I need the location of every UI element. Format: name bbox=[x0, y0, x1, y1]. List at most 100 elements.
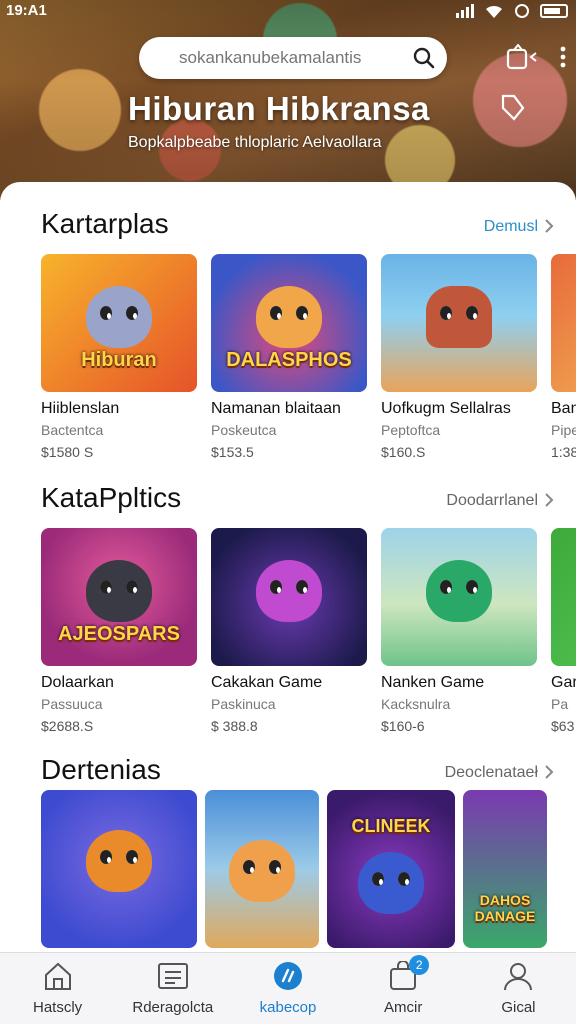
share-icon[interactable] bbox=[506, 44, 538, 70]
app-name: Gar bbox=[551, 674, 576, 691]
app-category: Kacksnulra bbox=[381, 696, 451, 712]
app-price: $2688.S bbox=[41, 718, 94, 734]
list-icon bbox=[157, 963, 188, 989]
app-price: $1580 S bbox=[41, 444, 94, 460]
nav-label: Rderagolcta bbox=[132, 999, 214, 1016]
character-image bbox=[256, 560, 322, 622]
wifi-icon bbox=[486, 5, 502, 19]
nav-item-apps[interactable]: kabecop bbox=[230, 953, 345, 1024]
app-price: $63 bbox=[551, 718, 575, 734]
chevron-right-icon[interactable] bbox=[542, 218, 556, 234]
app-name: Nanken Game bbox=[381, 674, 485, 691]
user-icon bbox=[504, 963, 533, 991]
nav-item-list[interactable]: Rderagolcta bbox=[115, 953, 230, 1024]
character-image bbox=[358, 852, 424, 914]
search-input[interactable] bbox=[179, 48, 399, 68]
section-featured: Kartarplas Demusl Hiburan Hiiblenslan Ba… bbox=[0, 196, 576, 466]
app-thumbnail[interactable] bbox=[551, 254, 576, 392]
app-category: Bactentca bbox=[41, 422, 104, 438]
character-image bbox=[229, 840, 295, 902]
app-price: 1:38 bbox=[551, 444, 576, 460]
app-name: Uofkugm Sellalras bbox=[381, 400, 511, 417]
app-name: Namanan blaitaan bbox=[211, 400, 341, 417]
section-title: Dertenias bbox=[41, 754, 161, 785]
nav-label: Hatscly bbox=[33, 999, 83, 1016]
app-name: Dolaarkan bbox=[41, 674, 114, 691]
app-price: $160-6 bbox=[381, 718, 425, 734]
content-sheet: Kartarplas Demusl Hiburan Hiiblenslan Ba… bbox=[0, 182, 576, 952]
app-card[interactable]: DAHOS DANAGE bbox=[463, 790, 547, 950]
nav-item-profile[interactable]: Gical bbox=[461, 953, 576, 1024]
app-thumbnail[interactable]: DAHOS DANAGE bbox=[463, 790, 547, 948]
character-image bbox=[256, 286, 322, 348]
chevron-right-icon[interactable] bbox=[542, 492, 556, 508]
app-thumbnail[interactable]: AJEOSPARS bbox=[41, 528, 197, 666]
search-icon[interactable] bbox=[413, 47, 435, 69]
app-price: $160.S bbox=[381, 444, 426, 460]
app-thumbnail[interactable] bbox=[551, 528, 576, 666]
section-title: Kartarplas bbox=[41, 208, 169, 239]
status-time: 19:A1 bbox=[6, 2, 47, 19]
notification-badge: 2 bbox=[409, 955, 430, 975]
apps-icon bbox=[274, 962, 302, 990]
app-card[interactable]: Nanken Game Kacksnulra $160-6 bbox=[381, 528, 541, 738]
see-all-link[interactable]: Deoclenataeł bbox=[445, 764, 538, 782]
nav-item-bag[interactable]: 2 Amcir bbox=[346, 953, 461, 1024]
thumbnail-text: AJEOSPARS bbox=[58, 623, 180, 645]
app-thumbnail[interactable] bbox=[381, 254, 537, 392]
nav-item-home[interactable]: Hatscly bbox=[0, 953, 115, 1024]
section-header: KataPpltics Doodarrlanel bbox=[0, 470, 576, 520]
card-row: Hiburan Hiiblenslan Bactentca $1580 S DA… bbox=[41, 254, 576, 464]
app-card[interactable]: Uofkugm Sellalras Peptoftca $160.S bbox=[381, 254, 541, 464]
app-thumbnail[interactable] bbox=[381, 528, 537, 666]
app-thumbnail[interactable] bbox=[211, 528, 367, 666]
app-category: Pa bbox=[551, 696, 569, 712]
status-bar: 19:A1 bbox=[0, 0, 576, 24]
nav-label: kabecop bbox=[259, 999, 317, 1016]
app-card[interactable]: AJEOSPARS Dolaarkan Passuuca $2688.S bbox=[41, 528, 201, 738]
more-options-icon[interactable] bbox=[560, 46, 566, 68]
app-name: Hiiblenslan bbox=[41, 400, 120, 417]
thumbnail-text: Hiburan bbox=[81, 349, 157, 371]
app-thumbnail[interactable] bbox=[41, 790, 197, 948]
app-thumbnail[interactable]: DALASPHOS bbox=[211, 254, 367, 392]
bottom-navigation: Hatscly Rderagolcta kabecop 2 Amcir Gica… bbox=[0, 952, 576, 1024]
top-actions bbox=[506, 44, 566, 70]
app-card[interactable]: Ban Pipe 1:38 bbox=[551, 254, 576, 464]
nav-label: Amcir bbox=[384, 999, 423, 1016]
section-popular: KataPpltics Doodarrlanel AJEOSPARS Dolaa… bbox=[0, 470, 576, 740]
nav-label: Gical bbox=[501, 999, 536, 1016]
chevron-right-icon[interactable] bbox=[542, 764, 556, 780]
app-category: Pipe bbox=[551, 422, 576, 438]
app-price: $153.5 bbox=[211, 444, 254, 460]
status-icons bbox=[456, 3, 568, 19]
section-recommended: Dertenias Deoclenataeł CLINEEK DAHOS DAN… bbox=[0, 742, 576, 952]
thumbnail-text: CLINEEK bbox=[351, 816, 431, 836]
character-image bbox=[86, 286, 152, 348]
app-category: Peptoftca bbox=[381, 422, 441, 438]
app-card[interactable]: Gar Pa $63 bbox=[551, 528, 576, 738]
character-image bbox=[426, 560, 492, 622]
app-thumbnail[interactable] bbox=[205, 790, 319, 948]
app-thumbnail[interactable]: CLINEEK bbox=[327, 790, 455, 948]
search-bar[interactable] bbox=[139, 37, 447, 79]
sync-icon bbox=[515, 4, 529, 18]
signal-icon bbox=[456, 4, 474, 18]
app-category: Poskeutca bbox=[211, 422, 277, 438]
see-all-link[interactable]: Doodarrlanel bbox=[446, 492, 538, 510]
app-thumbnail[interactable]: Hiburan bbox=[41, 254, 197, 392]
section-header: Dertenias Deoclenataeł bbox=[0, 742, 576, 792]
app-card[interactable]: Cakakan Game Paskinuca $ 388.8 bbox=[211, 528, 371, 738]
see-all-link[interactable]: Demusl bbox=[484, 218, 538, 236]
app-card[interactable]: DALASPHOS Namanan blaitaan Poskeutca $15… bbox=[211, 254, 371, 464]
app-card[interactable]: CLINEEK bbox=[327, 790, 455, 950]
home-icon bbox=[44, 962, 71, 990]
app-card[interactable]: Hiburan Hiiblenslan Bactentca $1580 S bbox=[41, 254, 201, 464]
thumbnail-text: DALASPHOS bbox=[226, 349, 352, 371]
app-card[interactable] bbox=[205, 790, 319, 950]
character-image bbox=[426, 286, 492, 348]
character-image bbox=[86, 830, 152, 892]
app-card[interactable] bbox=[41, 790, 197, 950]
app-category: Paskinuca bbox=[211, 696, 276, 712]
app-name: Ban bbox=[551, 400, 576, 417]
